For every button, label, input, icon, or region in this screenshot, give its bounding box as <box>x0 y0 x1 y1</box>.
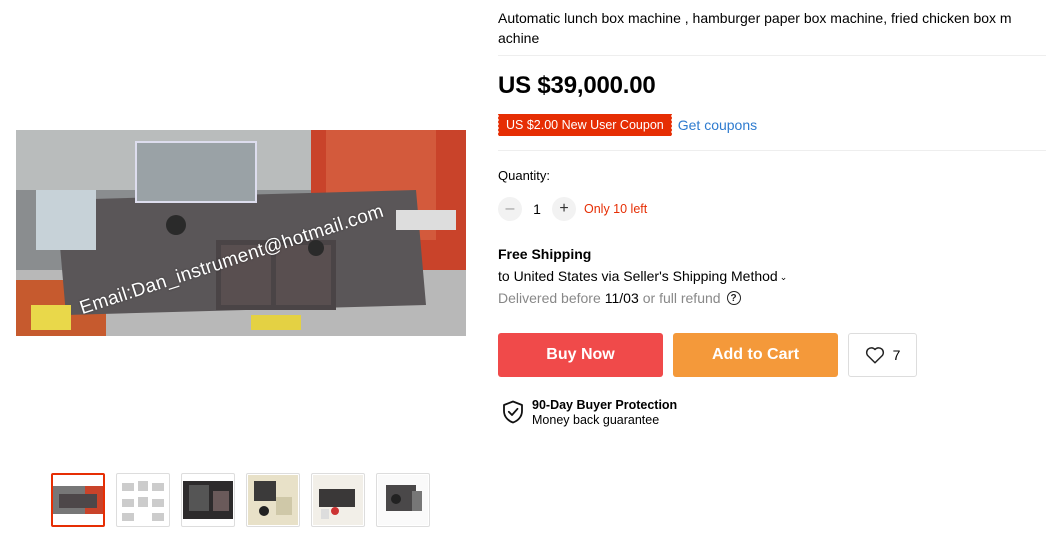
thumbnail-3[interactable] <box>181 473 235 527</box>
quantity-stepper: – 1 + Only 10 left <box>498 197 647 221</box>
buy-now-button[interactable]: Buy Now <box>498 333 663 377</box>
protection-title: 90-Day Buyer Protection <box>532 398 678 412</box>
thumbnail-4[interactable] <box>246 473 300 527</box>
quantity-value[interactable]: 1 <box>522 201 552 217</box>
add-to-cart-button[interactable]: Add to Cart <box>673 333 838 377</box>
delivery-date: 11/03 <box>604 290 639 306</box>
main-product-image[interactable]: Email:Dan_instrument@hotmail.com <box>16 130 466 336</box>
heart-icon <box>865 347 884 364</box>
shipping-method-selector[interactable]: to United States via Seller's Shipping M… <box>498 268 787 284</box>
get-coupons-link[interactable]: Get coupons <box>678 117 757 133</box>
thumbnail-strip <box>51 473 430 527</box>
chevron-down-icon: ⌄ <box>779 271 788 282</box>
thumbnail-5[interactable] <box>311 473 365 527</box>
coupon-badge[interactable]: US $2.00 New User Coupon <box>497 114 672 136</box>
coupon-row: US $2.00 New User Coupon Get coupons <box>497 114 757 136</box>
divider <box>498 150 1046 151</box>
shipping-title: Free Shipping <box>498 246 592 262</box>
product-price: US $39,000.00 <box>498 72 656 99</box>
thumbnail-image <box>183 481 233 519</box>
delivery-estimate: Delivered before 11/03 or full refund ? <box>498 290 741 306</box>
wishlist-button[interactable]: 7 <box>848 333 917 377</box>
thumbnail-image <box>248 475 298 525</box>
action-buttons: Buy Now Add to Cart 7 <box>498 333 917 377</box>
delivery-suffix: or full refund <box>642 290 721 306</box>
quantity-label: Quantity: <box>498 168 551 183</box>
quantity-decrease-button[interactable]: – <box>498 197 522 221</box>
help-icon[interactable]: ? <box>726 291 741 305</box>
thumbnail-1[interactable] <box>51 473 105 527</box>
thumbnail-image <box>53 486 103 514</box>
thumbnail-image <box>378 475 428 525</box>
shipping-destination: to United States via Seller's Shipping M… <box>498 268 778 284</box>
thumbnail-2[interactable] <box>116 473 170 527</box>
wishlist-count: 7 <box>892 347 901 363</box>
delivery-prefix: Delivered before <box>498 290 601 306</box>
protection-subtitle: Money back guarantee <box>532 413 660 427</box>
thumbnail-6[interactable] <box>376 473 430 527</box>
product-title: Automatic lunch box machine , hamburger … <box>498 10 1012 46</box>
divider <box>498 55 1046 56</box>
stock-remaining: Only 10 left <box>584 202 648 216</box>
buyer-protection: 90-Day Buyer Protection Money back guara… <box>502 397 677 428</box>
quantity-increase-button[interactable]: + <box>552 197 576 221</box>
thumbnail-image <box>313 475 363 525</box>
thumbnail-image <box>118 475 168 525</box>
shield-check-icon <box>503 400 523 424</box>
